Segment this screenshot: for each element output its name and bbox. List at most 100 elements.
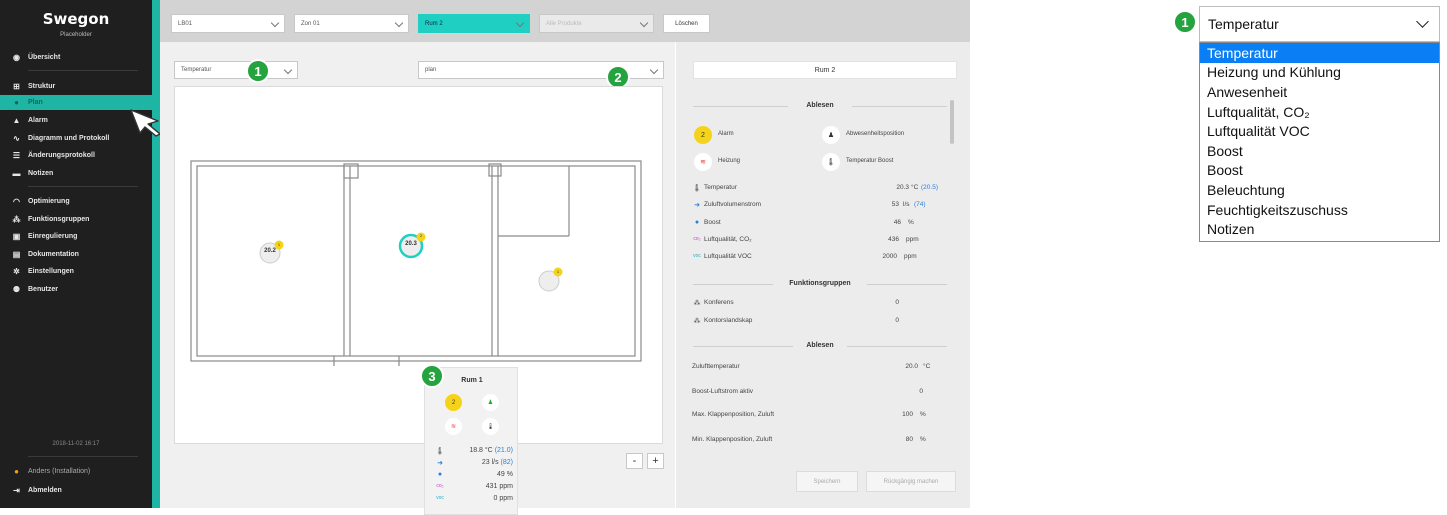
reading-setpoint: (74) xyxy=(914,201,926,208)
setting-unit: % xyxy=(920,436,926,443)
undo-button[interactable]: Rückgängig machen xyxy=(866,471,956,492)
sidebar-item-settings[interactable]: ✲ Einstellungen xyxy=(0,264,152,279)
room-1-value: 20.2 xyxy=(264,248,276,254)
sidebar-item-documentation[interactable]: ▤ Dokumentation xyxy=(0,247,152,262)
section-title: Ablesen xyxy=(806,342,834,349)
popup-boost-value: 49 % xyxy=(497,471,513,478)
setting-row-boost-airflow: Boost-Luftstrom aktiv 0 xyxy=(692,388,944,398)
view-dropdown-value: Temperatur xyxy=(1208,16,1279,32)
thermometer-icon: 🌡 xyxy=(435,448,445,455)
chevron-down-icon xyxy=(283,65,293,75)
room-3-sensor[interactable] xyxy=(538,266,568,294)
clear-button[interactable]: Löschen xyxy=(663,14,710,33)
save-button[interactable]: Speichern xyxy=(796,471,858,492)
arrow-right-icon: ➜ xyxy=(437,460,443,467)
plan-select-value: plan xyxy=(425,67,437,73)
sidebar-item-users[interactable]: ⚉ Benutzer xyxy=(0,282,152,297)
option-temperatur[interactable]: Temperatur xyxy=(1200,43,1439,63)
sidebar-item-label: Funktionsgruppen xyxy=(28,216,90,223)
option-heizung-kuehlung[interactable]: Heizung und Kühlung xyxy=(1200,63,1439,83)
thermometer-icon: 🌡 xyxy=(482,418,499,435)
reading-row-airflow: ➜ Zuluftvolumenstrom 53 l/s (74) xyxy=(692,201,944,211)
popup-temperature-value: 18.8 °C xyxy=(469,447,493,454)
reading-row-temperature: 🌡 Temperatur 20.3 °C (20.5) xyxy=(692,184,944,194)
panel-alarm-badge[interactable]: 2 xyxy=(694,126,712,144)
view-mode-select[interactable]: Temperatur xyxy=(174,61,298,79)
sidebar-user[interactable]: ● Anders (Installation) xyxy=(0,464,152,479)
section-rule xyxy=(693,346,793,347)
marker-3: 3 xyxy=(420,364,444,388)
sidebar-item-overview[interactable]: ◉ Übersicht xyxy=(0,50,152,65)
reading-value: 46 xyxy=(893,219,901,226)
room-2-value: 20.3 xyxy=(405,241,417,247)
absence-label: Abwesenheitsposition xyxy=(846,131,905,137)
thermometer-icon: 🌡 xyxy=(822,153,840,171)
option-notizen[interactable]: Notizen xyxy=(1200,219,1439,239)
sidebar-item-label: Dokumentation xyxy=(28,251,79,258)
sidebar-accent-bar xyxy=(152,0,160,508)
option-feuchtigkeitszuschuss[interactable]: Feuchtigkeitszuschuss xyxy=(1200,200,1439,220)
popup-airflow-value: 23 l/s xyxy=(481,459,499,466)
product-select[interactable]: Alle Produkte xyxy=(539,14,654,33)
group-label: Konferens xyxy=(704,299,734,306)
popup-row-voc: voc 0 ppm xyxy=(435,495,515,505)
sidebar-item-label: Optimierung xyxy=(28,198,70,205)
popup-row-temperature: 🌡 18.8 °C (21.0) xyxy=(435,447,515,457)
droplet-icon: ● xyxy=(437,471,443,478)
setting-row-min-damper: Min. Klappenposition, Zuluft 80 % xyxy=(692,436,944,446)
section-header-readings: Ablesen xyxy=(693,102,947,110)
sidebar-item-optimization[interactable]: ◠ Optimierung xyxy=(0,194,152,209)
panel-scrollbar[interactable] xyxy=(949,96,955,458)
sidebar-item-changelog[interactable]: ☰ Änderungsprotokoll xyxy=(0,148,152,163)
option-boost[interactable]: Boost xyxy=(1200,141,1439,161)
room-select[interactable]: Rum 2 xyxy=(418,14,530,33)
reading-unit: °C xyxy=(911,184,919,191)
zone-select[interactable]: Zon 01 xyxy=(294,14,409,33)
sidebar-item-structure[interactable]: ⊞ Struktur xyxy=(0,79,152,94)
absence-icon: ♟ xyxy=(822,126,840,144)
group-value: 0 xyxy=(895,317,899,324)
option-anwesenheit[interactable]: Anwesenheit xyxy=(1200,82,1439,102)
sidebar-item-label: Einstellungen xyxy=(28,268,74,275)
option-luftqualitaet-co2[interactable]: Luftqualität, CO₂ xyxy=(1200,102,1439,122)
sidebar-divider xyxy=(28,70,138,71)
reading-label: Luftqualität VOC xyxy=(704,253,752,260)
chevron-down-icon xyxy=(515,18,525,28)
view-dropdown[interactable]: Temperatur xyxy=(1199,6,1440,42)
zone-select-value: Zon 01 xyxy=(301,20,320,27)
regulate-icon: ▣ xyxy=(12,232,21,241)
building-select[interactable]: LB01 xyxy=(171,14,285,33)
setting-unit: °C xyxy=(923,363,931,370)
zoom-out-button[interactable]: - xyxy=(626,453,643,469)
zoom-in-button[interactable]: + xyxy=(647,453,664,469)
sidebar-logout[interactable]: ⇥ Abmelden xyxy=(0,483,152,498)
list-icon: ☰ xyxy=(12,151,21,160)
chevron-down-icon xyxy=(649,65,659,75)
sidebar-divider xyxy=(28,456,138,457)
building-select-value: LB01 xyxy=(178,20,193,27)
chevron-down-icon xyxy=(270,18,280,28)
reading-row-boost: ● Boost 46 % xyxy=(692,219,944,229)
boost-label: Temperatur Boost xyxy=(846,158,894,164)
scrollbar-thumb[interactable] xyxy=(950,100,954,144)
sidebar-item-function-groups[interactable]: ⁂ Funktionsgruppen xyxy=(0,212,152,227)
brand-subtitle: Placeholder xyxy=(60,32,92,38)
reading-value: 53 xyxy=(891,201,899,208)
option-beleuchtung[interactable]: Beleuchtung xyxy=(1200,180,1439,200)
alarm-label: Alarm xyxy=(718,131,734,137)
section-rule xyxy=(852,106,947,107)
sidebar-item-notes[interactable]: ▬ Notizen xyxy=(0,166,152,181)
reading-label: Boost xyxy=(704,219,721,226)
section-title: Ablesen xyxy=(806,102,834,109)
option-luftqualitaet-voc[interactable]: Luftqualität VOC xyxy=(1200,121,1439,141)
option-boost-2[interactable]: Boost xyxy=(1200,161,1439,181)
sidebar-item-regulation[interactable]: ▣ Einregulierung xyxy=(0,229,152,244)
group-row-kontorslandskap: ⁂ Kontorslandskap 0 xyxy=(692,317,944,327)
users-icon: ⚉ xyxy=(12,285,21,294)
section-rule xyxy=(847,346,947,347)
structure-icon: ⊞ xyxy=(13,82,20,91)
note-icon: ▬ xyxy=(12,169,21,178)
co2-icon: co₂ xyxy=(693,236,701,242)
popup-co2-value: 431 ppm xyxy=(485,483,513,490)
voc-icon: voc xyxy=(436,495,444,501)
